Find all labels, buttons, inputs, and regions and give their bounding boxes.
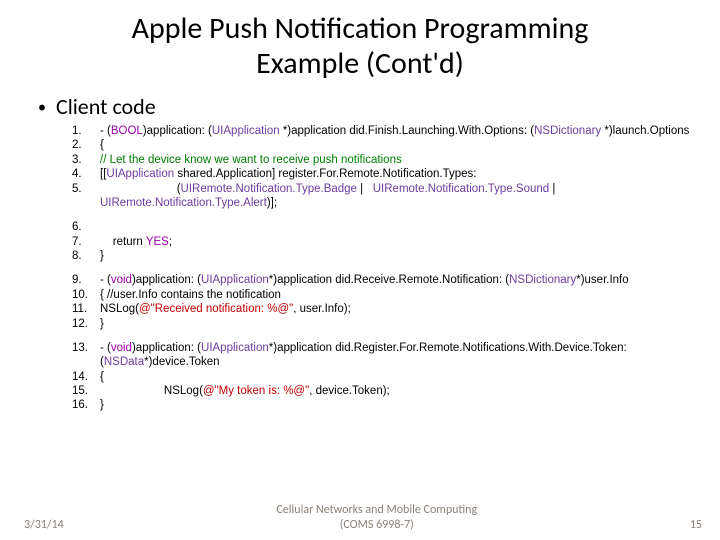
footer-course-1: Cellular Networks and Mobile Computing <box>276 503 477 517</box>
code-text: } <box>100 317 700 331</box>
slide-title: Apple Push Notification Programming Exam… <box>0 0 720 85</box>
code-line: 9. - (void)application: (UIApplication*)… <box>72 273 700 287</box>
code-line: 14. { <box>72 370 700 384</box>
code-line: 2. { <box>72 138 700 152</box>
line-number: 13. <box>72 341 100 355</box>
line-number: 14. <box>72 370 100 384</box>
line-number: 10. <box>72 288 100 302</box>
title-line-2: Example (Cont'd) <box>256 45 464 82</box>
code-text: } <box>100 249 700 263</box>
code-line: 12. } <box>72 317 700 331</box>
code-text: return YES; <box>100 235 700 249</box>
code-line: 1. - (BOOL)application: (UIApplication *… <box>72 124 700 138</box>
line-number: 12. <box>72 317 100 331</box>
code-text: { //user.Info contains the notification <box>100 288 700 302</box>
code-text: NSLog(@"Received notification: %@", user… <box>100 302 700 316</box>
line-number: 16. <box>72 398 100 412</box>
code-line: 11. NSLog(@"Received notification: %@", … <box>72 302 700 316</box>
footer-course-2: (COMS 6998-7) <box>340 518 414 532</box>
code-text: - (BOOL)application: (UIApplication *)ap… <box>100 124 700 138</box>
code-text: [[UIApplication shared.Application] regi… <box>100 167 700 181</box>
line-number: 1. <box>72 124 100 138</box>
code-line: 6. <box>72 220 700 234</box>
code-text: } <box>100 398 700 412</box>
code-line: 16. } <box>72 398 700 412</box>
code-text: { <box>100 138 700 152</box>
bullet-item: • Client code <box>0 85 720 124</box>
title-line-1: Apple Push Notification Programming <box>132 10 589 47</box>
code-text: NSLog(@"My token is: %@", device.Token); <box>100 384 700 398</box>
line-number: 8. <box>72 249 100 263</box>
line-number: 15. <box>72 384 100 398</box>
footer-center: Cellular Networks and Mobile Computing (… <box>64 503 690 532</box>
footer-date: 3/31/14 <box>24 518 64 532</box>
code-comment: // Let the device know we want to receiv… <box>100 153 700 167</box>
line-number: 5. <box>72 182 100 196</box>
line-number: 2. <box>72 138 100 152</box>
code-text: (UIRemote.Notification.Type.Badge | UIRe… <box>100 182 700 211</box>
bullet-dot: • <box>38 98 46 117</box>
code-line: 8. } <box>72 249 700 263</box>
code-line: 5. (UIRemote.Notification.Type.Badge | U… <box>72 182 700 211</box>
code-line: 13. - (void)application: (UIApplication*… <box>72 341 700 370</box>
line-number: 6. <box>72 220 100 234</box>
code-text: - (void)application: (UIApplication*)app… <box>100 273 700 287</box>
footer-page-number: 15 <box>690 518 702 532</box>
bullet-text: Client code <box>56 93 156 120</box>
code-line: 10. { //user.Info contains the notificat… <box>72 288 700 302</box>
line-number: 11. <box>72 302 100 316</box>
code-text: - (void)application: (UIApplication*)app… <box>100 341 700 370</box>
line-number: 9. <box>72 273 100 287</box>
code-block: 1. - (BOOL)application: (UIApplication *… <box>0 124 720 413</box>
code-line: 3. // Let the device know we want to rec… <box>72 153 700 167</box>
code-line: 7. return YES; <box>72 235 700 249</box>
line-number: 4. <box>72 167 100 181</box>
line-number: 3. <box>72 153 100 167</box>
line-number: 7. <box>72 235 100 249</box>
footer: 3/31/14 Cellular Networks and Mobile Com… <box>0 503 720 532</box>
code-line: 4. [[UIApplication shared.Application] r… <box>72 167 700 181</box>
code-line: 15. NSLog(@"My token is: %@", device.Tok… <box>72 384 700 398</box>
code-text <box>100 220 700 234</box>
code-text: { <box>100 370 700 384</box>
